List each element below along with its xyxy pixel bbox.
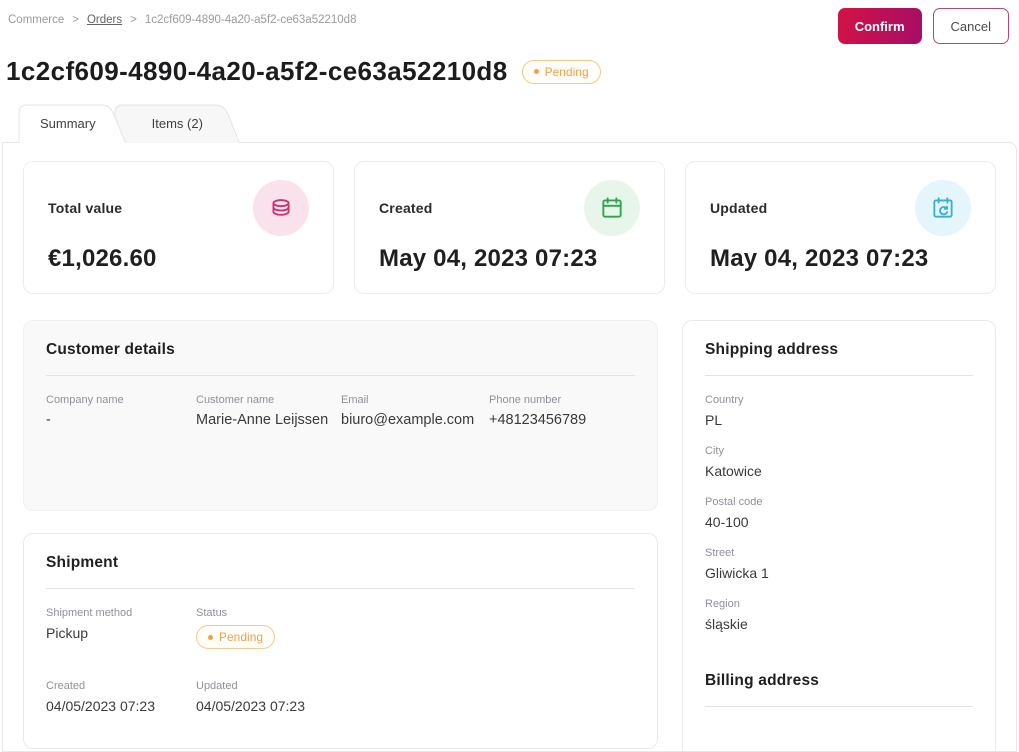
street-label: Street	[705, 547, 735, 559]
divider	[46, 375, 635, 376]
customer-name-field: Customer name Marie-Anne Leijssen	[196, 394, 341, 428]
shipment-status-field: Status Pending	[196, 607, 276, 649]
confirm-button[interactable]: Confirm	[837, 8, 922, 44]
shipment-status-label: Status	[196, 607, 228, 619]
left-column: Customer details Company name - Customer…	[23, 320, 658, 749]
postal-code-value: 40-100	[705, 514, 749, 530]
status-badge-label: Pending	[544, 64, 589, 79]
breadcrumb-commerce[interactable]: Commerce	[8, 14, 64, 26]
shipment-method-field: Shipment method Pickup	[46, 607, 196, 649]
customer-name-label: Customer name	[196, 394, 275, 406]
shipment-status-badge: Pending	[196, 625, 276, 649]
street-value: Gliwicka 1	[705, 565, 769, 581]
region-field: Region śląskie	[705, 598, 973, 632]
updated-datetime: May 04, 2023 07:23	[710, 245, 929, 272]
tab-items[interactable]: Items (2)	[114, 103, 243, 143]
summary-tab-panel: Total value €1,026.60 Created May 04, 20…	[2, 142, 1017, 752]
company-name-value: -	[46, 412, 51, 428]
created-datetime: May 04, 2023 07:23	[379, 245, 598, 272]
region-value: śląskie	[705, 616, 748, 632]
cancel-button[interactable]: Cancel	[932, 8, 1009, 44]
tab-summary[interactable]: Summary	[18, 103, 130, 143]
top-bar: Commerce > Orders > 1c2cf609-4890-4a20-a…	[0, 0, 1019, 44]
breadcrumb-order-id: 1c2cf609-4890-4a20-a5f2-ce63a52210d8	[144, 14, 357, 26]
updated-card: Updated May 04, 2023 07:23	[685, 161, 996, 294]
postal-code-field: Postal code 40-100	[705, 496, 973, 530]
tab-summary-label: Summary	[40, 115, 96, 131]
header-actions: Confirm Cancel	[837, 8, 1009, 44]
breadcrumb-separator: >	[130, 14, 137, 26]
tab-bar: Summary Items (2)	[0, 103, 1019, 143]
breadcrumb: Commerce > Orders > 1c2cf609-4890-4a20-a…	[8, 8, 356, 26]
street-field: Street Gliwicka 1	[705, 547, 973, 581]
page-title: 1c2cf609-4890-4a20-a5f2-ce63a52210d8	[6, 56, 508, 86]
divider	[46, 588, 635, 589]
right-column: Shipping address Country PL City Katowic…	[682, 320, 996, 751]
title-row: 1c2cf609-4890-4a20-a5f2-ce63a52210d8 Pen…	[0, 44, 1019, 87]
email-value: biuro@example.com	[341, 412, 475, 428]
stats-row: Total value €1,026.60 Created May 04, 20…	[23, 161, 996, 294]
shipment-updated-field: Updated 04/05/2023 07:23	[196, 680, 305, 714]
shipment-method-value: Pickup	[46, 625, 89, 641]
shipment-title: Shipment	[46, 554, 119, 571]
total-value-amount: €1,026.60	[48, 245, 157, 272]
shipment-row-2: Created 04/05/2023 07:23 Updated 04/05/2…	[46, 680, 635, 714]
country-field: Country PL	[705, 394, 973, 428]
customer-name-value: Marie-Anne Leijssen	[196, 412, 329, 428]
shipment-card: Shipment Shipment method Pickup Status P…	[23, 533, 658, 749]
phone-number-label: Phone number	[489, 394, 562, 406]
divider	[705, 706, 973, 707]
customer-fields: Company name - Customer name Marie-Anne …	[46, 394, 635, 490]
billing-address-title: Billing address	[705, 672, 820, 689]
breadcrumb-orders-link[interactable]: Orders	[87, 14, 122, 26]
shipment-row-1: Shipment method Pickup Status Pending	[46, 607, 635, 649]
shipment-created-value: 04/05/2023 07:23	[46, 698, 155, 714]
customer-details-title: Customer details	[46, 341, 175, 358]
postal-code-label: Postal code	[705, 496, 763, 508]
customer-details-card: Customer details Company name - Customer…	[23, 320, 658, 511]
phone-number-field: Phone number +48123456789	[489, 394, 586, 428]
created-card: Created May 04, 2023 07:23	[354, 161, 665, 294]
divider	[705, 375, 973, 376]
shipment-updated-label: Updated	[196, 680, 238, 692]
status-dot-icon	[533, 69, 539, 74]
total-value-card: Total value €1,026.60	[23, 161, 334, 294]
breadcrumb-separator: >	[72, 14, 79, 26]
shipment-method-label: Shipment method	[46, 607, 133, 619]
city-field: City Katowice	[705, 445, 973, 479]
region-label: Region	[705, 598, 740, 610]
calendar-sync-icon	[915, 180, 971, 236]
database-icon	[253, 180, 309, 236]
city-value: Katowice	[705, 463, 762, 479]
email-field: Email biuro@example.com	[341, 394, 489, 428]
country-value: PL	[705, 412, 723, 428]
country-label: Country	[705, 394, 744, 406]
email-label: Email	[341, 394, 369, 406]
shipment-created-field: Created 04/05/2023 07:23	[46, 680, 196, 714]
created-label: Created	[379, 200, 433, 216]
shipment-status-badge-label: Pending	[219, 630, 264, 644]
status-badge: Pending	[521, 59, 601, 84]
phone-number-value: +48123456789	[489, 412, 587, 428]
shipment-updated-value: 04/05/2023 07:23	[196, 698, 305, 714]
shipment-created-label: Created	[46, 680, 86, 692]
company-name-field: Company name -	[46, 394, 196, 428]
total-value-label: Total value	[48, 200, 123, 216]
shipping-address-title: Shipping address	[705, 341, 839, 358]
updated-label: Updated	[710, 200, 768, 216]
company-name-label: Company name	[46, 394, 124, 406]
city-label: City	[705, 445, 724, 457]
tab-items-label: Items (2)	[151, 115, 203, 131]
status-dot-icon	[208, 634, 213, 640]
addresses-card: Shipping address Country PL City Katowic…	[682, 320, 996, 751]
detail-columns: Customer details Company name - Customer…	[23, 320, 996, 751]
calendar-icon	[584, 180, 640, 236]
